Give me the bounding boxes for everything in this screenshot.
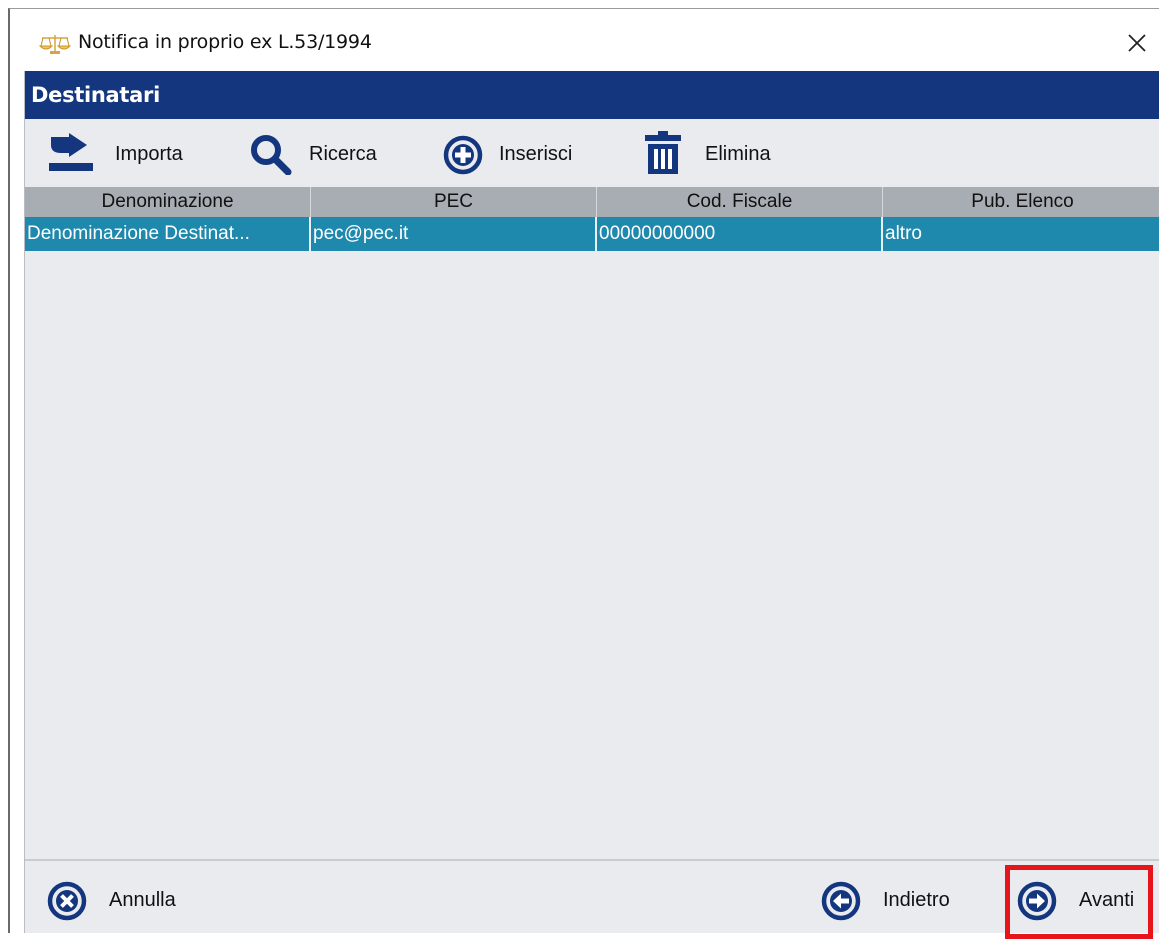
close-icon	[1128, 34, 1146, 52]
cancel-button[interactable]: Annulla	[47, 861, 217, 942]
delete-button[interactable]: Elimina	[643, 119, 793, 187]
column-header-denominazione[interactable]: Denominazione	[25, 187, 311, 217]
toolbar: Importa Ricerca Inserisci Elimina	[25, 119, 1159, 187]
close-button[interactable]	[1115, 23, 1159, 63]
column-header-cod-fiscale[interactable]: Cod. Fiscale	[597, 187, 883, 217]
dialog-content: Destinatari Importa Ricerca Inserisci El…	[24, 71, 1159, 939]
x-circle-icon	[47, 881, 87, 926]
cell-denominazione: Denominazione Destinat...	[25, 217, 311, 251]
insert-label: Inserisci	[499, 143, 573, 165]
next-button[interactable]: Avanti	[1017, 861, 1153, 942]
search-label: Ricerca	[309, 143, 377, 165]
column-header-pec[interactable]: PEC	[311, 187, 597, 217]
plus-circle-icon	[443, 135, 483, 180]
column-header-pub-elenco[interactable]: Pub. Elenco	[883, 187, 1159, 217]
dialog-window: Notifica in proprio ex L.53/1994 Destina…	[8, 8, 1159, 939]
arrow-right-circle-icon	[1017, 881, 1057, 926]
cell-pub-elenco: altro	[885, 223, 922, 244]
cancel-label: Annulla	[109, 889, 176, 911]
delete-label: Elimina	[705, 143, 771, 165]
cell-pec: pec@pec.it	[311, 217, 597, 251]
footer-bar: Annulla Indietro Avanti	[25, 861, 1159, 939]
section-title: Destinatari	[31, 83, 160, 107]
title-bar: Notifica in proprio ex L.53/1994	[10, 9, 1159, 71]
import-label: Importa	[115, 143, 183, 165]
insert-button[interactable]: Inserisci	[437, 119, 607, 187]
import-arrow-icon	[47, 133, 97, 178]
window-title: Notifica in proprio ex L.53/1994	[78, 31, 372, 53]
back-label: Indietro	[883, 889, 950, 911]
search-button[interactable]: Ricerca	[249, 119, 409, 187]
cell-cod-fiscale: 00000000000	[597, 217, 883, 251]
arrow-left-circle-icon	[821, 881, 861, 926]
recipients-table: Denominazione PEC Cod. Fiscale Pub. Elen…	[25, 187, 1159, 859]
table-header: Denominazione PEC Cod. Fiscale Pub. Elen…	[25, 187, 1159, 217]
back-button[interactable]: Indietro	[821, 861, 981, 942]
next-label: Avanti	[1079, 889, 1135, 911]
magnifier-icon	[249, 133, 293, 180]
scales-of-justice-icon	[38, 33, 72, 55]
trash-icon	[643, 131, 683, 180]
section-header: Destinatari	[25, 71, 1159, 119]
import-button[interactable]: Importa	[47, 119, 217, 187]
table-row[interactable]: Denominazione Destinat... pec@pec.it 000…	[25, 217, 1159, 251]
